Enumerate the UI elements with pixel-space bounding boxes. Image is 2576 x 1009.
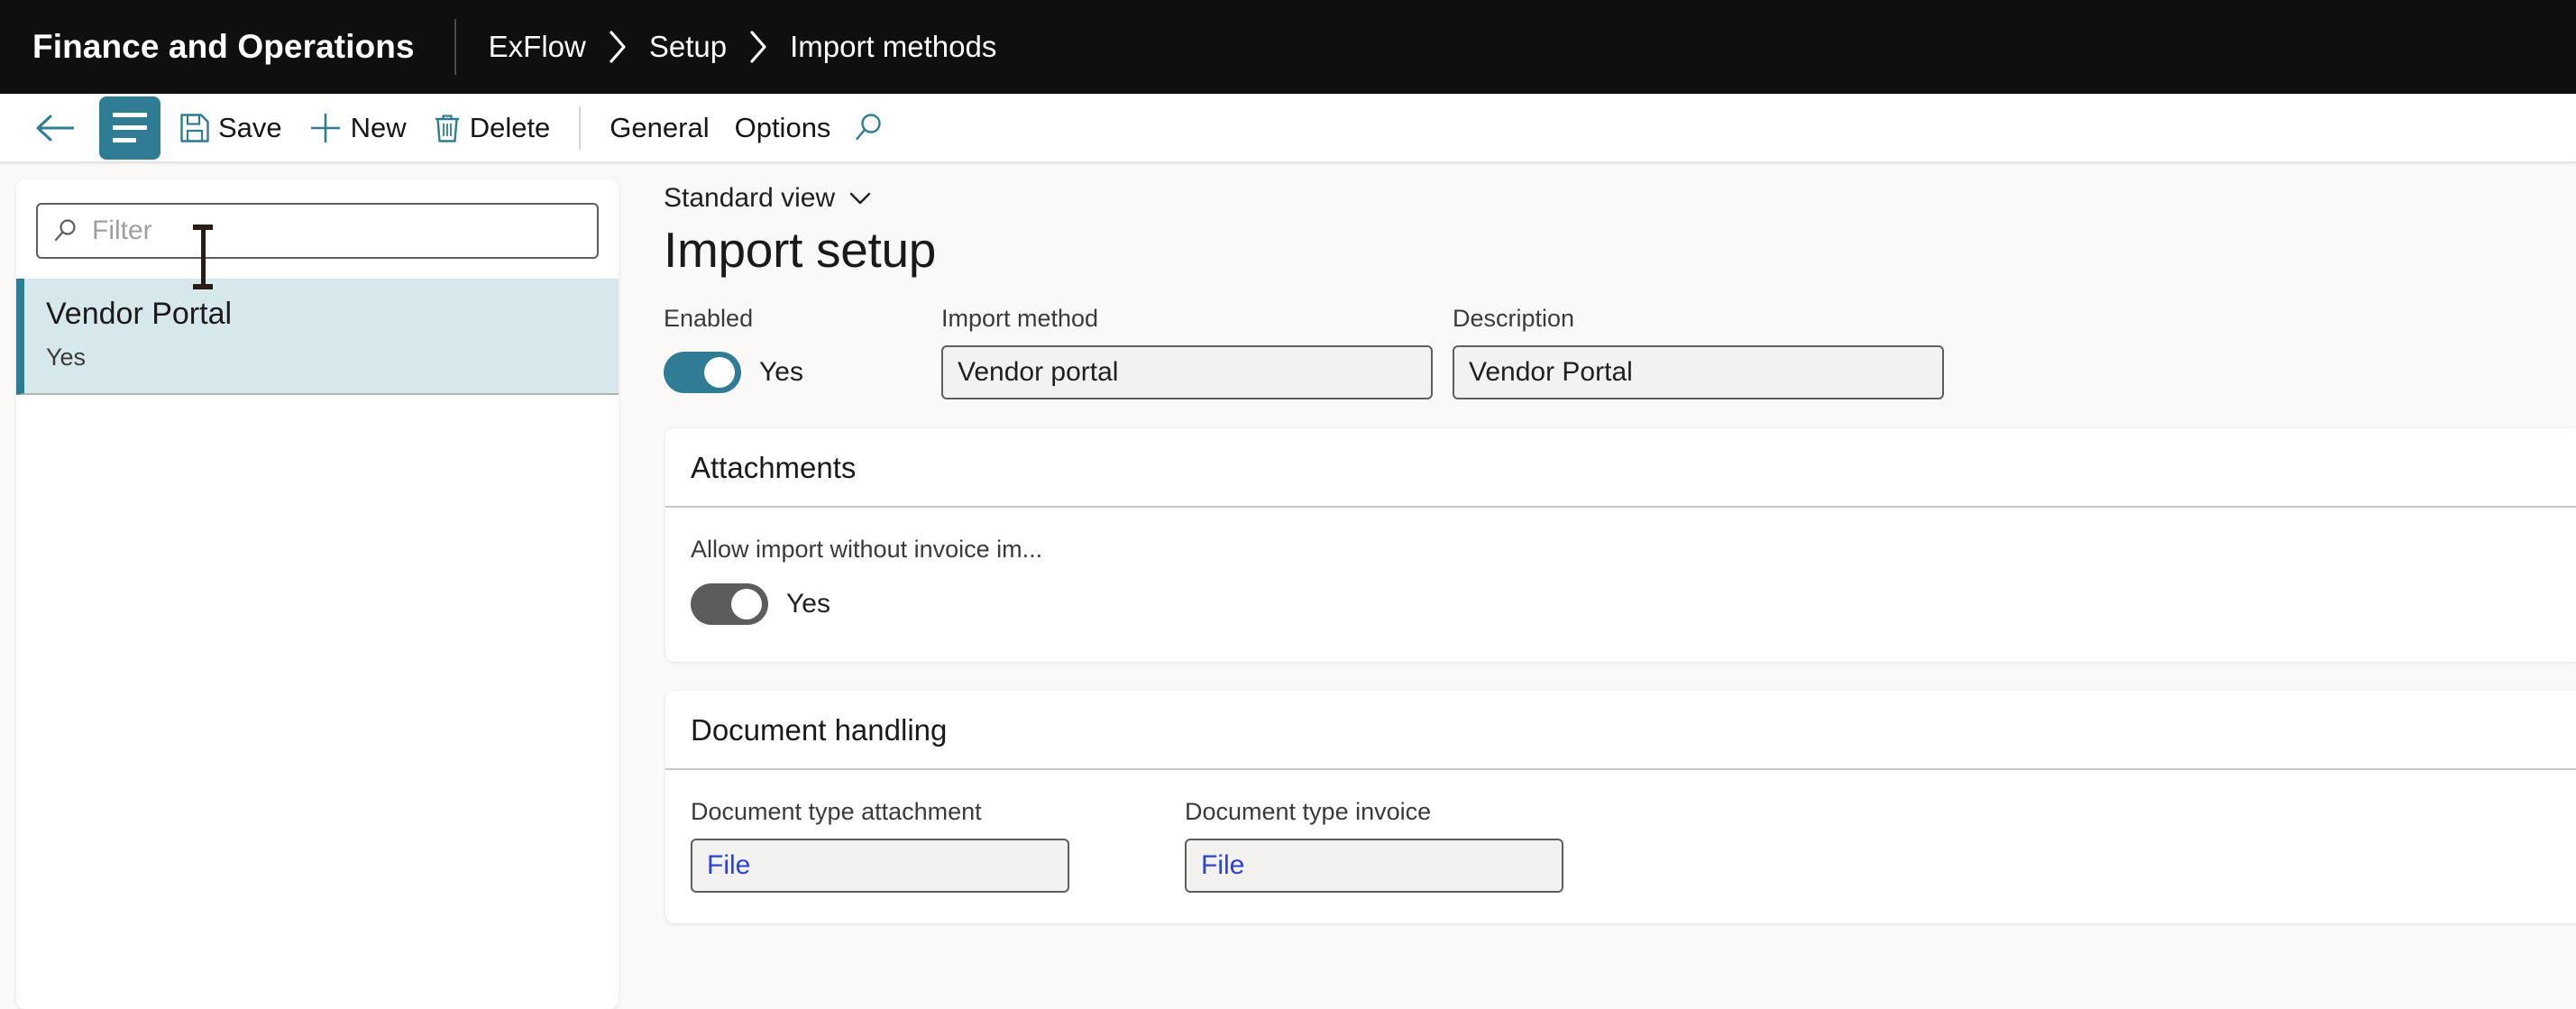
- allow-import-toggle-row: Yes: [691, 577, 2551, 631]
- filter-box[interactable]: [36, 203, 599, 259]
- list-item[interactable]: Vendor Portal Yes: [16, 279, 619, 395]
- breadcrumb-item-import-methods[interactable]: Import methods: [790, 30, 996, 64]
- hamburger-icon-line: [113, 138, 136, 142]
- enabled-toggle[interactable]: [664, 351, 741, 393]
- trash-icon: [432, 112, 463, 144]
- chevron-right-icon: [606, 29, 629, 65]
- records-list-panel: Vendor Portal Yes: [0, 163, 631, 1009]
- allow-import-toggle[interactable]: [691, 582, 768, 625]
- description-input[interactable]: Vendor Portal: [1453, 344, 1944, 399]
- command-toolbar: Save New Delete General Options: [0, 94, 2576, 163]
- allow-import-toggle-value: Yes: [786, 588, 830, 619]
- allow-import-label: Allow import without invoice im...: [691, 536, 1043, 564]
- document-type-attachment-field: Document type attachment File: [691, 797, 1069, 894]
- new-button-label: New: [350, 112, 407, 143]
- allow-import-field: Allow import without invoice im... Yes: [691, 535, 2551, 630]
- main-content: Standard view Import setup Enabled Yes I…: [631, 163, 2576, 1009]
- header-fields-row: Enabled Yes Import method Vendor portal …: [664, 304, 2576, 399]
- plus-icon: [307, 110, 344, 146]
- view-selector[interactable]: Standard view: [664, 183, 2576, 214]
- search-icon: [852, 111, 886, 145]
- import-method-label: Import method: [941, 304, 1099, 332]
- document-handling-section-header[interactable]: Document handling: [665, 691, 2576, 770]
- toggle-knob: [731, 588, 762, 619]
- hamburger-icon-line: [113, 113, 147, 117]
- attachments-section-title: Attachments: [691, 450, 857, 484]
- search-button[interactable]: [843, 100, 903, 156]
- document-handling-section-body: Document type attachment File Document t…: [665, 770, 2576, 923]
- tab-options[interactable]: Options: [722, 100, 844, 156]
- save-button[interactable]: Save: [166, 100, 295, 156]
- options-tab-label: Options: [734, 112, 831, 143]
- new-button[interactable]: New: [295, 100, 419, 156]
- breadcrumb-item-setup[interactable]: Setup: [649, 30, 727, 64]
- list-item-subtitle: Yes: [46, 343, 87, 371]
- import-method-input[interactable]: Vendor portal: [941, 344, 1433, 399]
- list-item-title: Vendor Portal: [46, 297, 233, 331]
- document-handling-section: Document handling Document type attachme…: [665, 690, 2576, 924]
- document-type-attachment-input[interactable]: File: [691, 839, 1069, 894]
- toolbar-divider: [579, 105, 582, 150]
- document-type-invoice-field: Document type invoice File: [1185, 797, 1563, 894]
- document-type-invoice-label: Document type invoice: [1185, 797, 1432, 825]
- tab-general[interactable]: General: [597, 100, 721, 156]
- chevron-right-icon: [747, 29, 770, 65]
- page-title: Import setup: [664, 222, 937, 278]
- delete-button[interactable]: Delete: [419, 100, 564, 156]
- enabled-field: Enabled Yes: [664, 304, 941, 399]
- enabled-toggle-value: Yes: [759, 356, 803, 387]
- description-label: Description: [1453, 304, 1575, 332]
- document-handling-section-title: Document handling: [691, 712, 948, 747]
- breadcrumb-item-exflow[interactable]: ExFlow: [489, 30, 586, 64]
- save-disk-icon: [179, 112, 211, 144]
- workspace: Vendor Portal Yes Standard view Import s…: [0, 163, 2576, 1009]
- navigation-pane-toggle-button[interactable]: [99, 96, 160, 160]
- view-selector-label: Standard view: [664, 183, 836, 213]
- breadcrumb: ExFlow Setup Import methods: [489, 29, 997, 65]
- app-title: Finance and Operations: [32, 28, 415, 65]
- search-icon: [52, 217, 79, 244]
- top-navigation-bar: Finance and Operations ExFlow Setup Impo…: [0, 0, 2576, 94]
- arrow-left-icon: [34, 112, 76, 144]
- topbar-divider: [454, 19, 456, 75]
- records-list-card: Vendor Portal Yes: [16, 179, 619, 1009]
- delete-button-label: Delete: [469, 112, 551, 143]
- document-type-attachment-label: Document type attachment: [691, 797, 982, 825]
- import-method-field: Import method Vendor portal: [941, 304, 1433, 399]
- attachments-section-header[interactable]: Attachments: [665, 428, 2576, 509]
- document-type-fields-row: Document type attachment File Document t…: [691, 797, 2551, 894]
- back-button[interactable]: [25, 100, 92, 156]
- enabled-label: Enabled: [664, 304, 754, 332]
- attachments-section: Attachments Allow import without invoice…: [665, 427, 2576, 662]
- toggle-knob: [704, 356, 735, 388]
- description-field: Description Vendor Portal: [1453, 304, 1944, 399]
- general-tab-label: General: [610, 112, 710, 143]
- hamburger-icon-line: [113, 125, 147, 130]
- document-type-invoice-input[interactable]: File: [1185, 839, 1563, 894]
- filter-input[interactable]: [92, 216, 582, 246]
- filter-container: [16, 179, 619, 279]
- save-button-label: Save: [218, 112, 282, 143]
- chevron-down-icon: [848, 189, 873, 207]
- enabled-toggle-row: Yes: [664, 345, 941, 399]
- attachments-section-body: Allow import without invoice im... Yes: [665, 508, 2576, 661]
